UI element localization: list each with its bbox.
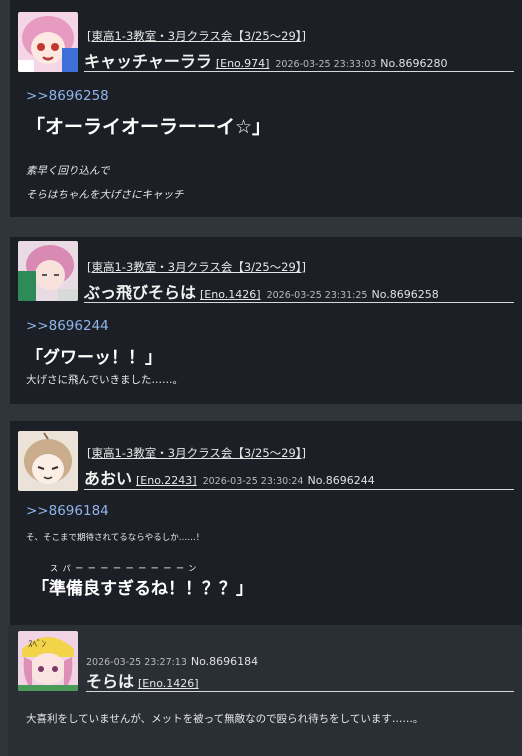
post-big-text: 「準備良すぎるね！！？？」	[32, 579, 253, 599]
timestamp: 2026-03-25 23:30:24	[202, 476, 304, 487]
reply-link[interactable]: >>8696184	[26, 503, 109, 519]
avatar[interactable]	[18, 241, 78, 301]
reply-link[interactable]: >>8696244	[26, 318, 109, 334]
post-big-text: 「グワーッ！！」	[26, 348, 162, 368]
post-number[interactable]: No.8696184	[191, 655, 258, 668]
name-text: ぶっ飛びそらは	[84, 283, 197, 302]
eno-link[interactable]: [Eno.974]	[216, 57, 270, 70]
post-line: 大げさに飛んでいきました……。	[26, 374, 183, 386]
name-text: あおい	[84, 469, 133, 488]
post-big-text: 「オーライオーラーーイ☆」	[26, 116, 272, 138]
avatar[interactable]: ｽﾍﾞﾝ	[18, 631, 78, 691]
reply-meta-line: 2026-03-25 23:27:13 No.8696184	[86, 650, 258, 669]
timestamp: 2026-03-25 23:31:25	[266, 290, 368, 301]
name-text: そらは	[86, 672, 135, 691]
room-link[interactable]: [東高1-3教室・3月クラス会【3/25〜29】]	[87, 445, 306, 461]
avatar[interactable]	[18, 431, 78, 491]
avatar[interactable]	[18, 12, 78, 72]
eno-link[interactable]: [Eno.1426]	[138, 677, 199, 690]
post-number[interactable]: No.8696244	[307, 474, 374, 487]
header-divider	[84, 489, 514, 490]
reply-link[interactable]: >>8696258	[26, 88, 109, 104]
eno-link[interactable]: [Eno.2243]	[136, 474, 197, 487]
timestamp: 2026-03-25 23:33:03	[275, 59, 377, 70]
room-link[interactable]: [東高1-3教室・3月クラス会【3/25〜29】]	[87, 28, 306, 44]
post-line: 大喜利をしていませんが、メットを被って無敵なので殴られ待ちをしています……。	[26, 713, 424, 725]
timestamp: 2026-03-25 23:27:13	[86, 657, 187, 668]
name-text: キャッチャーララ	[84, 52, 212, 71]
room-link[interactable]: [東高1-3教室・3月クラス会【3/25〜29】]	[87, 259, 306, 275]
svg-text:ｽﾍﾞﾝ: ｽﾍﾞﾝ	[28, 639, 47, 650]
post-line: そ、そこまで期待されてるならやるしか……！	[26, 533, 205, 543]
header-divider	[86, 691, 514, 692]
header-divider	[84, 71, 514, 72]
character-name: あおい [Eno.2243] 2026-03-25 23:30:24 No.86962…	[84, 465, 375, 489]
post-line: そらはちゃんを大げさにキャッチ	[26, 189, 184, 201]
header-divider	[84, 302, 514, 303]
post-line: 素早く回り込んで	[26, 165, 110, 177]
character-name: そらは [Eno.1426]	[86, 668, 199, 692]
reply-post-card: ｽﾍﾞﾝ 2026-03-25 23:27:13 No.8696184 そらは [E…	[8, 625, 522, 756]
eno-link[interactable]: [Eno.1426]	[200, 288, 261, 301]
post-card: [東高1-3教室・3月クラス会【3/25〜29】] キャッチャーララ [Eno.9…	[10, 0, 522, 217]
character-name: ぶっ飛びそらは [Eno.1426] 2026-03-25 23:31:25 No.8…	[84, 279, 439, 303]
ruby-text: スパーーーーーーーーーン	[50, 564, 201, 573]
character-name: キャッチャーララ [Eno.974] 2026-03-25 23:33:03 No.8…	[84, 48, 448, 72]
post-card: [東高1-3教室・3月クラス会【3/25〜29】] ぶっ飛びそらは [Eno.14…	[10, 237, 522, 404]
post-number[interactable]: No.8696258	[371, 288, 438, 301]
post-number[interactable]: No.8696280	[380, 57, 447, 70]
